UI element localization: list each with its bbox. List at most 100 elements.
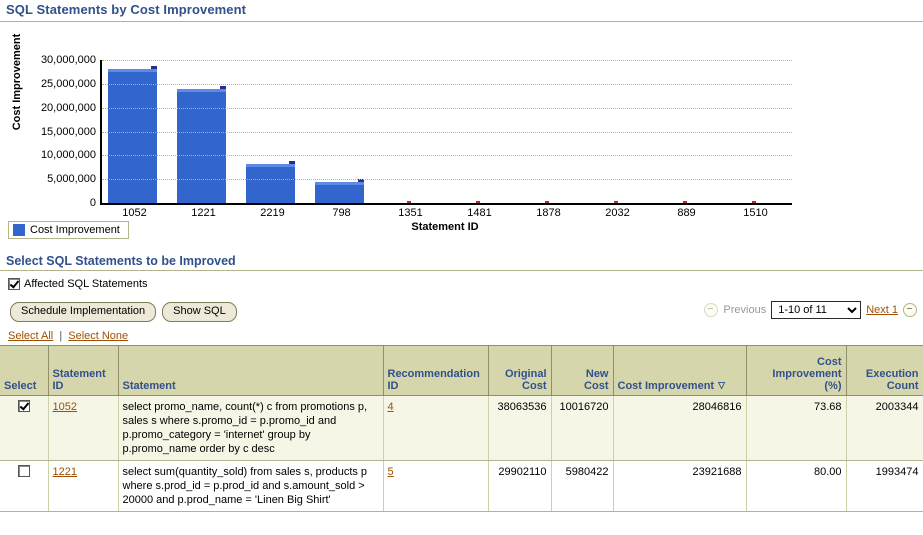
previous-label: Previous: [723, 304, 766, 316]
chart-bar[interactable]: [683, 201, 687, 203]
row-cost-improvement-cell: 28046816: [613, 396, 746, 461]
chart-x-tick-label: 798: [332, 207, 350, 219]
chart-gridline: [102, 179, 792, 180]
table-row: 1221 select sum(quantity_sold) from sales…: [0, 461, 923, 512]
chart-x-tick-label: 1221: [191, 207, 215, 219]
col-header-recommendation-id-line1: Recommendation: [388, 368, 480, 380]
chart-x-axis-title: Statement ID: [100, 221, 790, 233]
toolbar-button-group: Schedule Implementation Show SQL: [10, 302, 237, 322]
col-header-recommendation-id[interactable]: Recommendation ID: [383, 346, 488, 396]
col-header-new-cost-line2: Cost: [584, 380, 608, 392]
chart-gridline: [102, 84, 792, 85]
col-header-cost-improvement-pct-line2: Improvement: [772, 368, 841, 380]
col-header-original-cost-line2: Cost: [522, 380, 546, 392]
chart-bar[interactable]: [614, 201, 618, 203]
row-select-checkbox[interactable]: [18, 465, 30, 477]
cost-improvement-bar-chart: Cost Improvement 05,000,00010,000,00015,…: [0, 22, 923, 217]
chart-bar[interactable]: [315, 182, 365, 203]
chart-y-tick-label: 0: [90, 197, 96, 209]
chart-y-tick-label: 30,000,000: [41, 54, 96, 66]
row-statement-cell: select sum(quantity_sold) from sales s, …: [118, 461, 383, 512]
show-sql-button[interactable]: Show SQL: [162, 302, 237, 322]
chart-y-tick-label: 25,000,000: [41, 78, 96, 90]
recommendation-id-link[interactable]: 4: [388, 401, 394, 413]
chart-bar[interactable]: [246, 164, 296, 203]
row-new-cost-cell: 5980422: [551, 461, 613, 512]
select-none-link[interactable]: Select None: [68, 330, 128, 342]
next-arrow-icon[interactable]: [903, 303, 917, 317]
chart-y-tick-label: 20,000,000: [41, 102, 96, 114]
col-header-select[interactable]: Select: [0, 346, 48, 396]
row-statement-id-cell: 1221: [48, 461, 118, 512]
col-header-recommendation-id-line2: ID: [388, 380, 399, 392]
schedule-implementation-button[interactable]: Schedule Implementation: [10, 302, 156, 322]
chart-y-tick-label: 15,000,000: [41, 126, 96, 138]
affected-sql-statements-checkbox[interactable]: [8, 278, 20, 290]
row-original-cost-cell: 38063536: [488, 396, 551, 461]
next-link[interactable]: Next 1: [866, 304, 898, 316]
chart-bar[interactable]: [752, 201, 756, 203]
chart-gridline: [102, 155, 792, 156]
col-header-original-cost-line1: Original: [505, 368, 547, 380]
section-header: SQL Statements by Cost Improvement: [0, 0, 923, 22]
col-header-statement[interactable]: Statement: [118, 346, 383, 396]
select-links-separator: |: [56, 330, 65, 342]
row-cost-improvement-pct-cell: 73.68: [746, 396, 846, 461]
table-toolbar: Schedule Implementation Show SQL Previou…: [0, 298, 923, 326]
chart-gridline: [102, 132, 792, 133]
chart-bar[interactable]: [476, 201, 480, 203]
chart-bar[interactable]: [407, 201, 411, 203]
col-header-statement-id[interactable]: Statement ID: [48, 346, 118, 396]
chart-x-tick-label: 1510: [743, 207, 767, 219]
table-body: 1052select promo_name, count(*) c from p…: [0, 396, 923, 512]
row-recommendation-id-cell: 5: [383, 461, 488, 512]
col-header-execution-count[interactable]: Execution Count: [846, 346, 923, 396]
recommendation-id-link[interactable]: 5: [388, 466, 394, 478]
row-select-cell: [0, 461, 48, 512]
page-title: SQL Statements by Cost Improvement: [6, 2, 246, 17]
previous-arrow-icon: [704, 303, 718, 317]
page-range-select[interactable]: 1-10 of 1111-11 of 11: [771, 301, 861, 319]
row-select-cell: [0, 396, 48, 461]
chart-gridline: [102, 60, 792, 61]
chart-x-tick-label: 1351: [398, 207, 422, 219]
row-cost-improvement-pct-cell: 80.00: [746, 461, 846, 512]
row-execution-count-cell: 1993474: [846, 461, 923, 512]
col-header-new-cost[interactable]: New Cost: [551, 346, 613, 396]
chart-bar[interactable]: [177, 89, 227, 203]
chart-bar[interactable]: [108, 69, 158, 203]
table-row: 1052select promo_name, count(*) c from p…: [0, 396, 923, 461]
chart-x-tick-label: 1878: [536, 207, 560, 219]
sub-section-header: Select SQL Statements to be Improved: [0, 254, 923, 271]
affected-sql-statements-row: Affected SQL Statements: [8, 278, 148, 290]
col-header-execution-count-line2: Count: [887, 380, 919, 392]
statement-id-link[interactable]: 1052: [53, 401, 77, 413]
statement-id-link[interactable]: 1221: [53, 466, 77, 478]
row-new-cost-cell: 10016720: [551, 396, 613, 461]
row-select-checkbox[interactable]: [18, 400, 30, 412]
sort-descending-icon: ▽: [718, 379, 725, 391]
col-header-original-cost[interactable]: Original Cost: [488, 346, 551, 396]
col-header-cost-improvement-pct[interactable]: Cost Improvement (%): [746, 346, 846, 396]
chart-gridline: [102, 108, 792, 109]
chart-x-tick-label: 1052: [122, 207, 146, 219]
sub-section-title: Select SQL Statements to be Improved: [6, 254, 236, 268]
col-header-cost-improvement-label: Cost Improvement: [618, 380, 715, 392]
chart-bar[interactable]: [545, 201, 549, 203]
row-execution-count-cell: 2003344: [846, 396, 923, 461]
row-recommendation-id-cell: 4: [383, 396, 488, 461]
row-statement-id-cell: 1052: [48, 396, 118, 461]
select-all-link[interactable]: Select All: [8, 330, 53, 342]
col-header-new-cost-line1: New: [586, 368, 609, 380]
legend-label: Cost Improvement: [30, 224, 120, 236]
col-header-execution-count-line1: Execution: [866, 368, 919, 380]
chart-legend: Cost Improvement: [8, 221, 129, 239]
row-cost-improvement-cell: 23921688: [613, 461, 746, 512]
chart-x-tick-label: 1481: [467, 207, 491, 219]
col-header-statement-id-line2: ID: [53, 380, 64, 392]
col-header-cost-improvement-pct-line3: (%): [824, 380, 841, 392]
col-header-cost-improvement[interactable]: Cost Improvement▽: [613, 346, 746, 396]
chart-y-tick-labels: 05,000,00010,000,00015,000,00020,000,000…: [14, 55, 96, 203]
affected-sql-statements-label: Affected SQL Statements: [24, 278, 148, 290]
pagination-controls: Previous 1-10 of 1111-11 of 11 Next 1: [704, 301, 917, 319]
